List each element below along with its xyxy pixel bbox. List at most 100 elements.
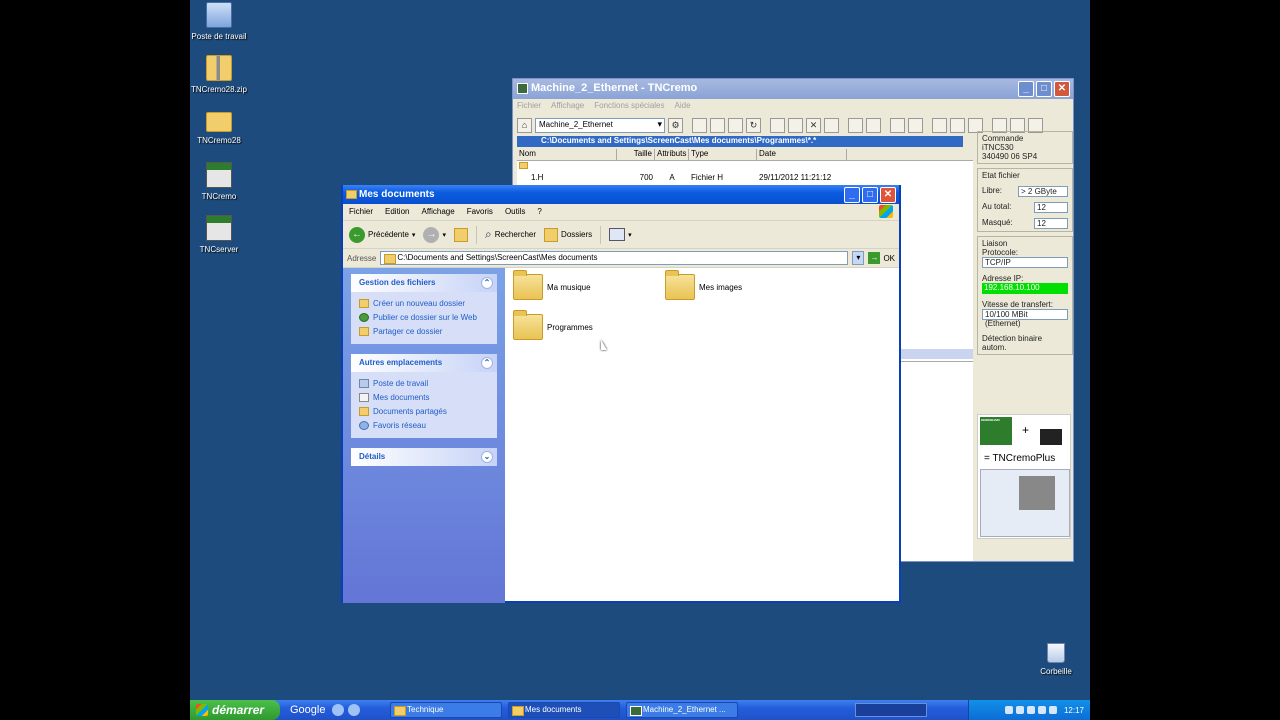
move-icon[interactable] — [788, 117, 803, 133]
new-folder-icon[interactable] — [710, 117, 725, 133]
desktop-search-input[interactable] — [855, 703, 927, 717]
close-button[interactable]: ✕ — [880, 187, 896, 203]
maximize-button[interactable]: □ — [862, 187, 878, 203]
safely-remove-icon[interactable] — [1037, 706, 1046, 714]
file-tasks-header[interactable]: Gestion des fichiers ⌃ — [351, 274, 497, 292]
desktop-icon-tncremo-zip[interactable]: TNCremo28.zip — [190, 55, 259, 94]
menu-fonctions-speciales[interactable]: Fonctions spéciales — [594, 101, 664, 113]
task-share-folder[interactable]: Partager ce dossier — [359, 324, 489, 338]
quicklaunch-browser-icon[interactable] — [348, 704, 360, 716]
folder-programmes[interactable]: Programmes — [513, 310, 593, 340]
minimize-button[interactable]: _ — [844, 187, 860, 203]
tncremo-titlebar[interactable]: Machine_2_Ethernet - TNCremo _ □ ✕ — [513, 79, 1073, 99]
task-publish-web[interactable]: Publier ce dossier sur le Web — [359, 310, 489, 324]
minimize-button[interactable]: _ — [1018, 81, 1034, 97]
taskbar-button-mes-documents[interactable]: Mes documents — [508, 702, 620, 718]
connection-settings-icon[interactable]: ⚙ — [668, 117, 683, 133]
col-date[interactable]: Date — [757, 149, 847, 160]
menu-help[interactable]: ? — [537, 207, 541, 217]
go-button[interactable]: → OK — [868, 252, 895, 264]
folders-button[interactable]: Dossiers — [544, 227, 592, 242]
place-poste-de-travail[interactable]: Poste de travail — [359, 376, 489, 390]
volume-icon[interactable] — [1015, 706, 1024, 714]
col-attributs[interactable]: Attributs — [655, 149, 689, 160]
connect-icon[interactable]: ⌂ — [517, 117, 532, 133]
desktop: Poste de travail TNCremo28.zip TNCremo28… — [190, 0, 1090, 720]
search-button[interactable]: ⌕ Rechercher — [485, 227, 536, 242]
menu-aide[interactable]: Aide — [675, 101, 691, 113]
views-button[interactable]: ▾ — [609, 228, 632, 241]
refresh-icon[interactable]: ↻ — [746, 117, 761, 133]
details-panel: Détails ⌄ — [351, 448, 497, 466]
expand-icon[interactable]: ⌄ — [481, 451, 493, 463]
col-type[interactable]: Type — [689, 149, 757, 160]
place-favoris-reseau[interactable]: Favoris réseau — [359, 418, 489, 432]
collapse-icon[interactable]: ⌃ — [481, 277, 493, 289]
address-input[interactable]: C:\Documents and Settings\ScreenCast\Mes… — [380, 251, 849, 265]
quicklaunch-ie-icon[interactable] — [332, 704, 344, 716]
collapse-icon[interactable]: ⌃ — [481, 357, 493, 369]
menu-outils[interactable]: Outils — [505, 207, 525, 217]
address-dropdown-button[interactable]: ▾ — [852, 251, 865, 265]
protocole-value: TCP/IP — [982, 257, 1068, 268]
place-mes-documents[interactable]: Mes documents — [359, 390, 489, 404]
mouse-cursor-icon — [601, 340, 607, 350]
desktop-icon-tncremo28[interactable]: TNCremo28 — [190, 108, 259, 145]
window-icon[interactable] — [890, 117, 905, 133]
security-icon[interactable] — [1048, 706, 1057, 714]
open-folder-icon[interactable] — [692, 117, 707, 133]
rename-icon[interactable] — [824, 117, 839, 133]
vitesse-value: 10/100 MBit (Ethernet) — [982, 309, 1068, 328]
menu-fichier[interactable]: Fichier — [517, 101, 541, 113]
other-places-header[interactable]: Autres emplacements ⌃ — [351, 354, 497, 372]
menu-edition[interactable]: Edition — [385, 207, 409, 217]
tncremo-path[interactable]: C:\Documents and Settings\ScreenCast\Mes… — [517, 136, 963, 147]
copy-icon[interactable] — [770, 117, 785, 133]
antivirus-icon[interactable] — [1026, 706, 1035, 714]
libre-label: Libre: — [982, 186, 1003, 195]
desktop-icon-corbeille[interactable]: Corbeille — [1016, 643, 1090, 676]
folder-ma-musique[interactable]: Ma musique — [513, 270, 591, 300]
back-button[interactable]: ← Précédente ▾ — [349, 226, 416, 243]
connection-combo[interactable]: Machine_2_Ethernet — [535, 117, 665, 133]
forward-button[interactable]: → ▾ — [423, 226, 446, 243]
search-icon[interactable] — [728, 117, 743, 133]
details-view-icon[interactable] — [866, 117, 881, 133]
close-button[interactable]: ✕ — [1054, 81, 1070, 97]
col-taille[interactable]: Taille — [617, 149, 655, 160]
task-new-folder[interactable]: Créer un nouveau dossier — [359, 296, 489, 310]
google-toolbar[interactable]: Google — [290, 704, 328, 716]
menu-affichage[interactable]: Affichage — [551, 101, 584, 113]
menu-affichage[interactable]: Affichage — [421, 207, 454, 217]
network-icon — [359, 420, 369, 430]
up-folder-button[interactable] — [453, 227, 468, 242]
list-item[interactable]: 1.H 700 A Fichier H 29/11/2012 11:21:12 — [517, 173, 973, 184]
tool-icon[interactable] — [950, 117, 965, 133]
desktop-icon-tncserver[interactable]: TNCserver — [190, 215, 259, 254]
taskbar-button-tncremo[interactable]: Machine_2_Ethernet ... — [626, 702, 738, 718]
folder-label: Mes images — [699, 282, 743, 292]
mes-documents-titlebar[interactable]: Mes documents _ □ ✕ — [343, 185, 899, 204]
print-icon[interactable] — [908, 117, 923, 133]
taskbar-button-technique[interactable]: Technique — [390, 702, 502, 718]
desktop-icon-poste-de-travail[interactable]: Poste de travail — [190, 2, 259, 41]
start-button[interactable]: démarrer — [190, 700, 280, 720]
delete-icon[interactable]: ✕ — [806, 117, 821, 133]
tncremoplus-ad[interactable]: HEIDENHAIN + = TNCremoPlus — [977, 414, 1071, 539]
chevron-down-icon[interactable]: ▾ — [412, 231, 416, 239]
desktop-icon-tncremo[interactable]: TNCremo — [190, 162, 259, 201]
col-nom[interactable]: Nom — [517, 149, 617, 160]
table-icon[interactable] — [932, 117, 947, 133]
list-view-icon[interactable] — [848, 117, 863, 133]
menu-favoris[interactable]: Favoris — [467, 207, 493, 217]
network-icon[interactable] — [1004, 706, 1013, 714]
clock[interactable]: 12:17 — [1064, 706, 1084, 715]
list-item[interactable] — [517, 162, 973, 173]
details-header[interactable]: Détails ⌄ — [351, 448, 497, 466]
menu-fichier[interactable]: Fichier — [349, 207, 373, 217]
place-documents-partages[interactable]: Documents partagés — [359, 404, 489, 418]
ip-label: Adresse IP: — [982, 274, 1024, 283]
autotal-label: Au total: — [982, 202, 1012, 211]
folder-mes-images[interactable]: Mes images — [665, 270, 743, 300]
maximize-button[interactable]: □ — [1036, 81, 1052, 97]
